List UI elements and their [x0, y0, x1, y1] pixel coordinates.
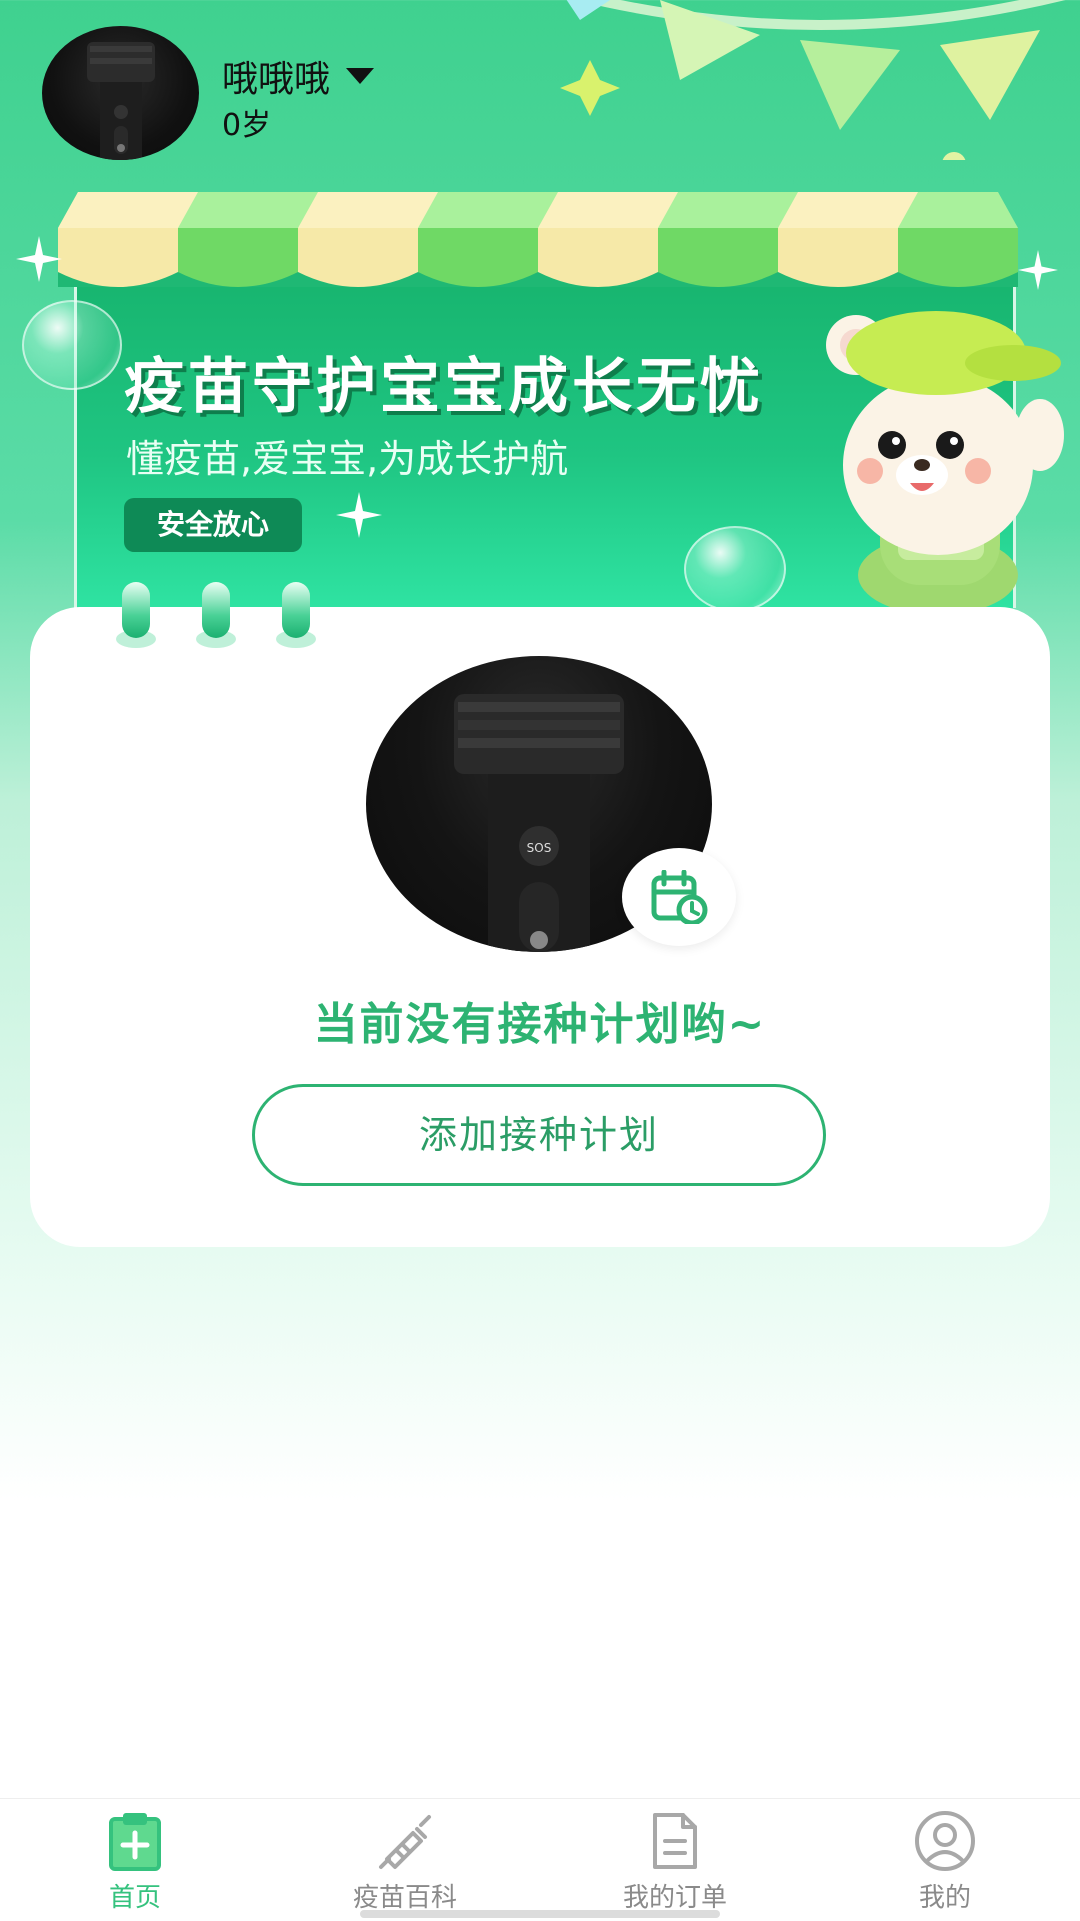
bubble-decoration	[684, 526, 786, 612]
add-plan-button[interactable]: 添加接种计划	[252, 1084, 826, 1186]
clipboard-plus-icon	[109, 1813, 161, 1871]
calendar-clock-icon	[651, 870, 708, 924]
sparkle-icon	[1018, 250, 1058, 290]
sparkle-icon	[336, 492, 382, 538]
tab-label: 首页	[108, 1883, 161, 1913]
banner-badge: 安全放心	[124, 498, 302, 552]
user-age: 0岁	[222, 108, 272, 143]
calendar-button[interactable]	[622, 848, 736, 946]
banner-subtitle: 懂疫苗,爱宝宝,为成长护航	[126, 437, 569, 481]
bunting-decoration	[560, 0, 1066, 160]
tab-label: 我的	[918, 1883, 971, 1913]
bottom-tab-bar: 首页 疫苗百科 我的订单 我的	[0, 1798, 1080, 1921]
banner-title: 疫苗守护宝宝成长无忧	[124, 352, 764, 422]
tab-label: 疫苗百科	[352, 1883, 457, 1913]
tab-home[interactable]: 首页	[0, 1799, 270, 1921]
tab-label: 我的订单	[622, 1883, 727, 1913]
flashlight-image	[87, 42, 155, 160]
empty-plan-message: 当前没有接种计划哟~	[313, 999, 767, 1050]
awning-decoration	[58, 192, 1018, 287]
svg-text:SOS: SOS	[527, 841, 552, 855]
caret-down-icon[interactable]	[344, 66, 376, 86]
bubble-decoration	[22, 300, 122, 390]
document-icon	[653, 1813, 697, 1869]
tab-vaccine-encyclopedia[interactable]: 疫苗百科	[270, 1799, 540, 1921]
user-name[interactable]: 哦哦哦	[222, 50, 330, 102]
tab-my-orders[interactable]: 我的订单	[540, 1799, 810, 1921]
binder-ring	[202, 582, 230, 638]
binder-ring	[282, 582, 310, 638]
binder-ring	[122, 582, 150, 638]
bear-mascot-image	[826, 311, 1064, 615]
tab-profile[interactable]: 我的	[810, 1799, 1080, 1921]
user-avatar[interactable]	[42, 26, 199, 160]
home-indicator	[360, 1910, 720, 1918]
sparkle-icon	[16, 236, 62, 282]
user-circle-icon	[915, 1811, 975, 1871]
syringe-icon	[379, 1815, 431, 1869]
